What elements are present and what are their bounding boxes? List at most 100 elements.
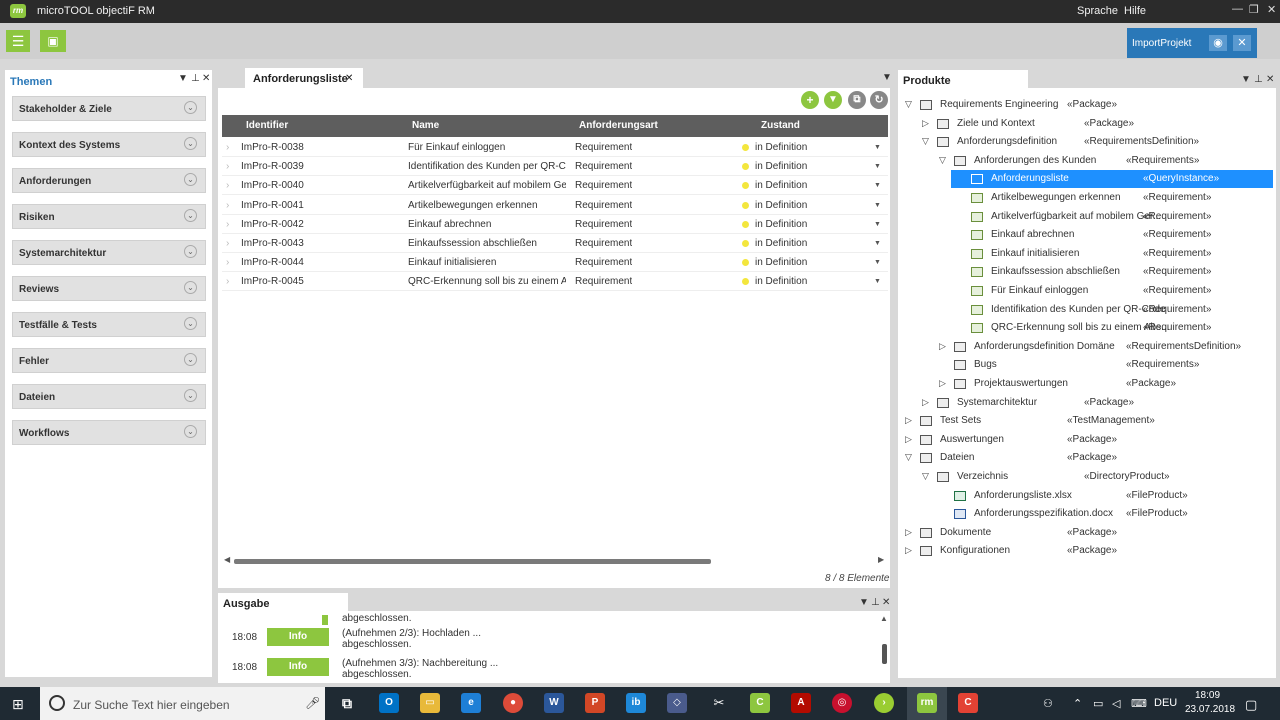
panel-menu-icon[interactable]: ▼ [178, 73, 188, 84]
tree-node[interactable]: QRC-Erkennung soll bis zu einem Abs... «R… [898, 319, 1274, 337]
taskbar-search[interactable]: Zur Suche Text hier eingeben 🎤︎ [40, 687, 325, 720]
cortana-icon[interactable] [49, 695, 65, 711]
theme-item[interactable]: Anforderungen ⌄ [12, 168, 206, 193]
tree-node[interactable]: ▷ Systemarchitektur «Package» [898, 394, 1274, 412]
expander-icon[interactable]: ▷ [922, 118, 929, 129]
edge-icon[interactable]: e [461, 693, 481, 713]
table-row[interactable]: › ImPro-R-0044 Einkauf initialisieren Requi… [222, 253, 888, 273]
word-icon[interactable]: W [544, 693, 564, 713]
theme-item[interactable]: Stakeholder & Ziele ⌄ [12, 96, 206, 121]
expander-icon[interactable]: ▽ [905, 99, 912, 110]
tree-node[interactable]: Einkaufssession abschließen «Requirement» [898, 263, 1274, 281]
windows-start-icon[interactable]: ⊞ [12, 696, 24, 713]
tree-node[interactable]: ▷ Test Sets «TestManagement» [898, 412, 1274, 430]
language-indicator[interactable]: DEU [1154, 697, 1177, 709]
theme-item[interactable]: Testfälle & Tests ⌄ [12, 312, 206, 337]
dropdown-arrow-icon[interactable]: ▼ [874, 278, 881, 285]
table-row[interactable]: › ImPro-R-0042 Einkauf abrechnen Requiremen… [222, 215, 888, 234]
chevron-down-icon[interactable]: ⌄ [184, 137, 197, 150]
people-icon[interactable]: ⚇ [1043, 697, 1053, 710]
tree-node[interactable]: Anforderungsliste.xlsx «FileProduct» [898, 487, 1274, 505]
menu-hilfe[interactable]: Hilfe [1124, 5, 1146, 17]
center-panel-menu-icon[interactable]: ▼ [882, 72, 892, 83]
expander-icon[interactable]: ▷ [939, 341, 946, 352]
tab-produkte[interactable]: Produkte [898, 70, 1028, 88]
horizontal-scrollbar[interactable]: ◀ ▶ [224, 555, 886, 565]
file-explorer-icon[interactable]: ▭ [420, 693, 440, 713]
output-menu-icon[interactable]: ▼ [859, 597, 869, 608]
minimize-icon[interactable]: — [1232, 3, 1243, 15]
produkte-close-icon[interactable]: ✕ [1266, 74, 1274, 85]
tree-node[interactable]: ▷ Projektauswertungen «Package» [898, 375, 1274, 393]
chevron-down-icon[interactable]: ⌄ [184, 173, 197, 186]
tree-node[interactable]: ▷ Anforderungsdefinition Domäne «Requireme… [898, 338, 1274, 356]
keyboard-icon[interactable]: ⌨ [1131, 697, 1147, 710]
chevron-down-icon[interactable]: ⌄ [184, 317, 197, 330]
volume-icon[interactable]: ◁ [1112, 697, 1120, 710]
dropdown-arrow-icon[interactable]: ▼ [874, 144, 881, 151]
tree-node[interactable]: Identifikation des Kunden per QR-Code «Re… [898, 301, 1274, 319]
tree-node[interactable]: Anforderungsliste «QueryInstance» [951, 170, 1273, 189]
outlook-icon[interactable]: O [379, 693, 399, 713]
table-row[interactable]: › ImPro-R-0039 Identifikation des Kunden p… [222, 157, 888, 177]
chevron-down-icon[interactable]: ⌄ [184, 389, 197, 402]
restore-icon[interactable]: ❐ [1249, 3, 1259, 16]
expander-icon[interactable]: ▷ [905, 527, 912, 538]
theme-item[interactable]: Workflows ⌄ [12, 420, 206, 445]
tree-node[interactable]: Bugs «Requirements» [898, 356, 1274, 374]
row-handle-icon[interactable]: › [226, 180, 229, 191]
tree-node[interactable]: ▽ Anforderungen des Kunden «Requirements» [898, 152, 1274, 170]
app-green-arrow-icon[interactable]: › [874, 693, 894, 713]
microphone-icon[interactable]: 🎤︎ [305, 696, 320, 710]
expander-icon[interactable]: ▽ [939, 155, 946, 166]
expander-icon[interactable]: ▽ [922, 136, 929, 147]
expander-icon[interactable]: ▽ [922, 471, 929, 482]
app-c-icon[interactable]: C [750, 693, 770, 713]
col-name[interactable]: Name [412, 120, 439, 131]
import-project-box[interactable]: ImportProjekt ◉ ✕ [1127, 28, 1257, 58]
tree-node[interactable]: ▽ Dateien «Package» [898, 449, 1274, 467]
scroll-left-icon[interactable]: ◀ [224, 555, 230, 564]
chevron-down-icon[interactable]: ⌄ [184, 281, 197, 294]
theme-item[interactable]: Fehler ⌄ [12, 348, 206, 373]
scroll-up-icon[interactable]: ▲ [880, 614, 888, 623]
scroll-right-icon[interactable]: ▶ [878, 555, 884, 564]
tree-node[interactable]: ▷ Ziele und Kontext «Package» [898, 115, 1274, 133]
refresh-icon[interactable]: ↻ [870, 91, 888, 109]
acrobat-icon[interactable]: A [791, 693, 811, 713]
chevron-down-icon[interactable]: ⌄ [184, 425, 197, 438]
theme-item[interactable]: Reviews ⌄ [12, 276, 206, 301]
themen-tab[interactable]: Themen [5, 70, 135, 90]
filter-icon[interactable]: ▼ [824, 91, 842, 109]
col-anforderungsart[interactable]: Anforderungsart [579, 120, 658, 131]
tree-node[interactable]: ▷ Auswertungen «Package» [898, 431, 1274, 449]
tree-node[interactable]: Artikelbewegungen erkennen «Requirement» [898, 189, 1274, 207]
row-handle-icon[interactable]: › [226, 219, 229, 230]
dropdown-arrow-icon[interactable]: ▼ [874, 202, 881, 209]
tree-node[interactable]: ▽ Requirements Engineering «Package» [898, 96, 1274, 114]
table-row[interactable]: › ImPro-R-0040 Artikelverfügbarkeit auf mo… [222, 176, 888, 196]
dropdown-arrow-icon[interactable]: ▼ [874, 240, 881, 247]
panel-close-icon[interactable]: ✕ [202, 73, 210, 84]
output-scrollbar[interactable]: ▲ [879, 614, 889, 676]
chevron-down-icon[interactable]: ⌄ [184, 353, 197, 366]
expander-icon[interactable]: ▽ [905, 452, 912, 463]
row-handle-icon[interactable]: › [226, 200, 229, 211]
app-gem-icon[interactable]: ◇ [667, 693, 687, 713]
row-handle-icon[interactable]: › [226, 257, 229, 268]
close-icon[interactable]: ✕ [1233, 35, 1251, 51]
expander-icon[interactable]: ▷ [905, 415, 912, 426]
close-window-icon[interactable]: ✕ [1267, 3, 1276, 16]
chevron-down-icon[interactable]: ⌄ [184, 245, 197, 258]
tree-node[interactable]: ▽ Anforderungsdefinition «RequirementsDefi… [898, 133, 1274, 151]
tools-icon[interactable]: ✂ [709, 693, 729, 713]
scroll-thumb[interactable] [234, 559, 711, 564]
menu-sprache[interactable]: Sprache [1077, 5, 1118, 17]
expander-icon[interactable]: ▷ [905, 434, 912, 445]
expander-icon[interactable]: ▷ [905, 545, 912, 556]
expander-icon[interactable]: ▷ [922, 397, 929, 408]
produkte-pin-icon[interactable]: ⊥ [1254, 74, 1263, 85]
tab-ausgabe[interactable]: Ausgabe [218, 593, 348, 611]
table-row[interactable]: › ImPro-R-0045 QRC-Erkennung soll bis zu e… [222, 272, 888, 292]
theme-item[interactable]: Risiken ⌄ [12, 204, 206, 229]
